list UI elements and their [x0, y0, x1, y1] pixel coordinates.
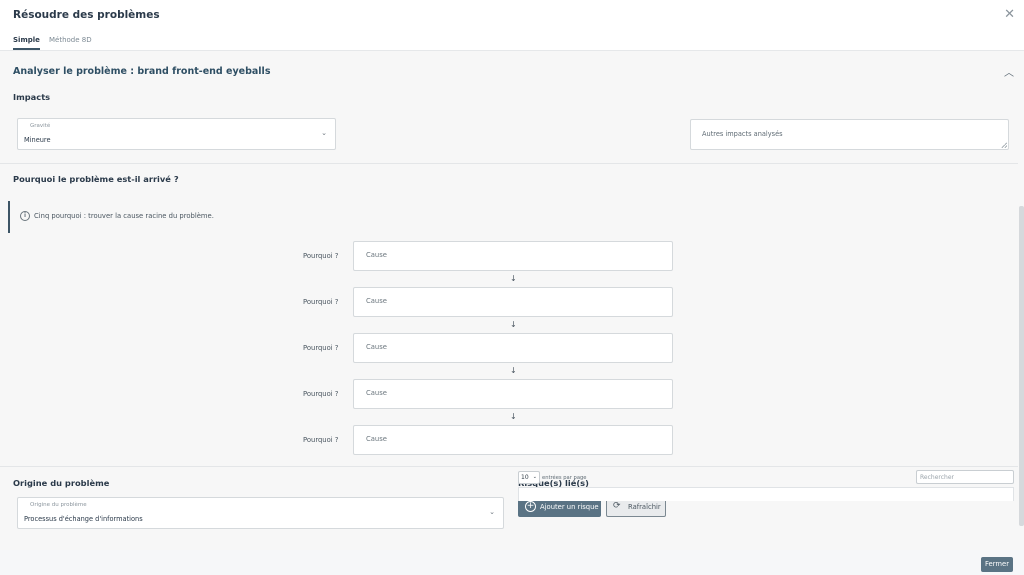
- resize-handle[interactable]: [1001, 142, 1007, 148]
- why-label-4: Pourquoi ?: [303, 390, 339, 398]
- why-title: Pourquoi le problème est-il arrivé ?: [13, 174, 179, 184]
- cause-placeholder: Cause: [366, 343, 387, 351]
- severity-select[interactable]: Gravité Mineure ⌄: [17, 118, 336, 150]
- impacts-title: Impacts: [13, 92, 51, 102]
- why-label-2: Pourquoi ?: [303, 298, 339, 306]
- close-button[interactable]: Fermer: [981, 557, 1013, 572]
- severity-label: Gravité: [30, 123, 51, 129]
- risks-table-header: [518, 487, 1014, 501]
- cause-input-5[interactable]: Cause: [353, 425, 673, 455]
- chevron-down-icon: ⌄: [321, 129, 327, 137]
- origin-title: Origine du problème: [13, 478, 110, 488]
- other-impacts-textarea[interactable]: Autres impacts analysés: [690, 119, 1009, 150]
- origin-select[interactable]: Origine du problème Processus d'échange …: [17, 497, 504, 529]
- section-title[interactable]: Analyser le problème : brand front-end e…: [13, 66, 270, 77]
- info-icon: i: [20, 211, 30, 221]
- why-label-1: Pourquoi ?: [303, 252, 339, 260]
- severity-value: Mineure: [24, 136, 51, 144]
- chevron-down-icon: ⌄: [489, 508, 495, 516]
- search-placeholder: Rechercher: [920, 474, 954, 481]
- why-label-3: Pourquoi ?: [303, 344, 339, 352]
- tab-bar: Simple Méthode 8D: [0, 30, 1024, 51]
- down-arrow: ↓: [510, 412, 517, 421]
- page-size-value: 10: [521, 474, 529, 481]
- cause-input-1[interactable]: Cause: [353, 241, 673, 271]
- origin-value: Processus d'échange d'informations: [24, 515, 143, 523]
- cause-placeholder: Cause: [366, 435, 387, 443]
- down-arrow: ↓: [510, 366, 517, 375]
- why-label-5: Pourquoi ?: [303, 436, 339, 444]
- page-size-select[interactable]: 10 ⌄: [518, 471, 540, 484]
- cause-input-3[interactable]: Cause: [353, 333, 673, 363]
- cause-placeholder: Cause: [366, 297, 387, 305]
- tab-methode-8d[interactable]: Méthode 8D: [49, 36, 92, 44]
- divider: [0, 466, 1018, 467]
- divider: [0, 163, 1018, 164]
- info-text: Cinq pourquoi : trouver la cause racine …: [34, 212, 214, 220]
- dialog-title: Résoudre des problèmes: [13, 9, 160, 21]
- dialog-content: Analyser le problème : brand front-end e…: [0, 51, 1024, 550]
- other-impacts-placeholder: Autres impacts analysés: [702, 130, 783, 138]
- chevron-down-icon: ⌄: [532, 474, 537, 480]
- search-input[interactable]: Rechercher: [916, 470, 1014, 484]
- cause-input-2[interactable]: Cause: [353, 287, 673, 317]
- down-arrow: ↓: [510, 274, 517, 283]
- close-icon[interactable]: ✕: [1004, 7, 1015, 22]
- add-risk-label: Ajouter un risque: [540, 503, 599, 511]
- info-box: i Cinq pourquoi : trouver la cause racin…: [8, 201, 1018, 233]
- down-arrow: ↓: [510, 320, 517, 329]
- dialog-header: Résoudre des problèmes ✕: [0, 0, 1024, 30]
- refresh-icon: ⟳: [613, 501, 621, 511]
- cause-input-4[interactable]: Cause: [353, 379, 673, 409]
- cause-placeholder: Cause: [366, 389, 387, 397]
- tab-simple[interactable]: Simple: [13, 36, 40, 50]
- scrollbar[interactable]: [1019, 206, 1024, 526]
- chevron-up-icon[interactable]: ︿: [1004, 64, 1014, 79]
- page-size-label: entrées par page: [542, 475, 587, 481]
- refresh-label: Rafraîchir: [628, 503, 661, 511]
- plus-circle-icon: +: [525, 501, 536, 512]
- dialog-footer: [0, 550, 1024, 575]
- origin-label: Origine du problème: [30, 502, 87, 508]
- cause-placeholder: Cause: [366, 251, 387, 259]
